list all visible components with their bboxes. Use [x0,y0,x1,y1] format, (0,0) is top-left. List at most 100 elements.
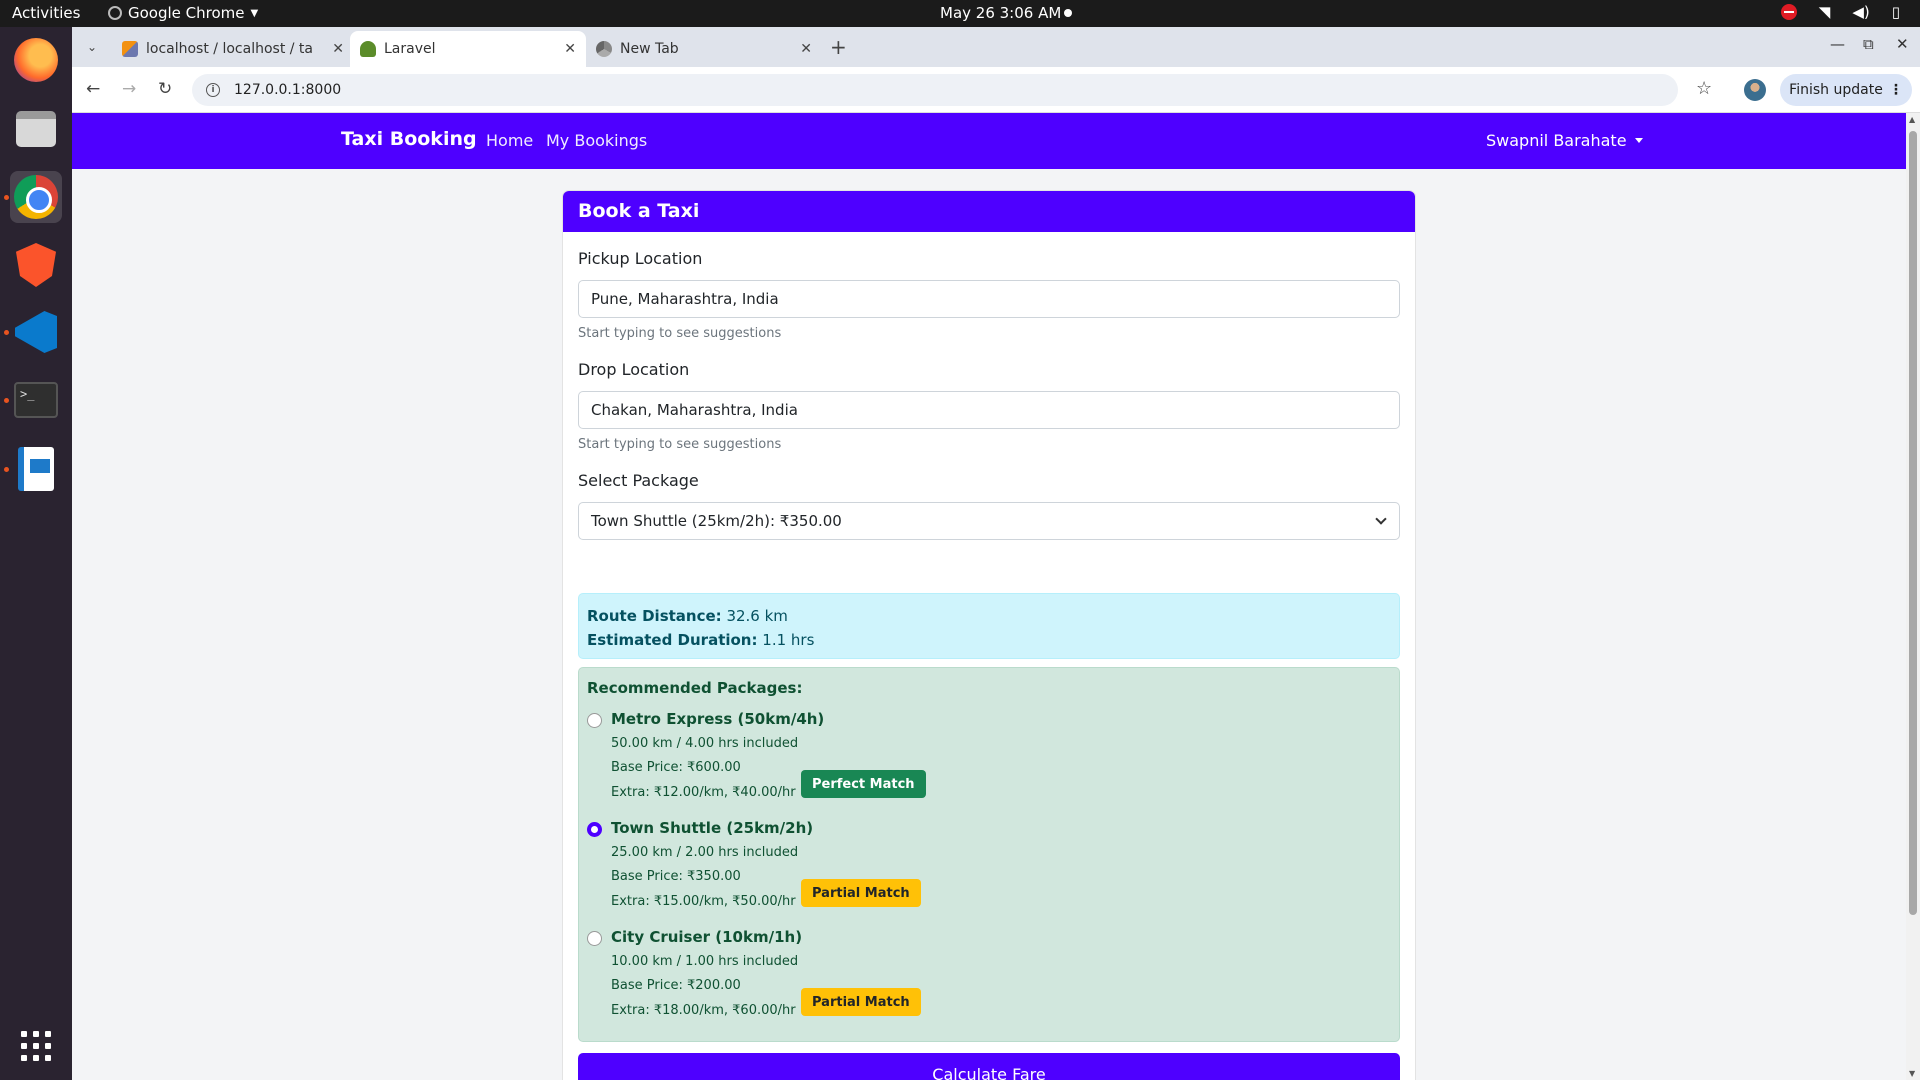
close-icon[interactable]: ✕ [800,41,812,57]
package-select[interactable]: Town Shuttle (25km/2h): ₹350.00 [578,502,1400,540]
package-name: City Cruiser (10km/1h) [611,928,803,946]
firefox-icon [14,38,58,82]
reload-icon[interactable]: ↻ [158,79,172,99]
tab-search-button[interactable]: ⌄ [80,35,104,59]
wifi-icon: ◥ [1818,3,1831,21]
match-badge: Partial Match [801,988,921,1016]
drop-hint: Start typing to see suggestions [578,437,782,452]
package-extra: Extra: ₹15.00/km, ₹50.00/hr [611,894,796,909]
dock-chrome[interactable] [10,171,62,223]
pickup-hint: Start typing to see suggestions [578,326,782,341]
do-not-disturb-icon [1780,4,1797,20]
restore-icon[interactable]: ⧉ [1863,35,1874,53]
dock: >_ [0,27,72,1080]
caret-down-icon [1634,138,1643,143]
tab-strip: ⌄ localhost / localhost / ta ✕ Laravel ✕… [72,27,1920,67]
site-info-icon[interactable]: i [206,83,220,97]
package-name: Metro Express (50km/4h) [611,710,825,728]
profile-avatar[interactable] [1744,79,1766,101]
dock-brave[interactable] [10,239,62,291]
route-duration-label: Estimated Duration: [587,631,758,649]
brand-link[interactable]: Taxi Booking [341,128,477,150]
app-grid-icon [21,1031,51,1061]
kebab-menu-icon: ⋮ [1888,82,1903,98]
calculate-fare-button[interactable]: Calculate Fare [578,1053,1400,1080]
finish-update-label: Finish update [1789,82,1883,98]
running-indicator [4,195,9,200]
activities-button[interactable]: Activities [12,4,80,22]
route-distance-label: Route Distance: [587,607,722,625]
minimize-icon[interactable]: — [1830,35,1845,53]
drop-input[interactable] [578,391,1400,429]
show-apps-button[interactable] [10,1020,62,1072]
scroll-up-icon[interactable]: ▲ [1909,115,1915,124]
package-label: Select Package [578,471,699,490]
nav-my-bookings[interactable]: My Bookings [546,131,647,150]
finish-update-button[interactable]: Finish update ⋮ [1780,74,1912,106]
pickup-label: Pickup Location [578,249,703,268]
package-extra: Extra: ₹12.00/km, ₹40.00/hr [611,785,796,800]
user-dropdown[interactable]: Swapnil Barahate [1486,131,1643,150]
package-radio[interactable] [587,822,602,837]
dock-writer[interactable] [10,443,62,495]
route-duration-value: 1.1 hrs [762,631,815,649]
vscode-icon [15,311,57,353]
package-base-price: Base Price: ₹350.00 [611,869,741,884]
package-extra: Extra: ₹18.00/km, ₹60.00/hr [611,1003,796,1018]
drop-label: Drop Location [578,360,690,379]
scrollbar-thumb[interactable] [1909,131,1917,915]
taxi-icon [360,41,376,57]
chevron-down-icon [1375,513,1387,525]
battery-icon: ▯ [1891,3,1900,21]
address-bar[interactable]: i 127.0.0.1:8000 [192,74,1678,106]
user-name: Swapnil Barahate [1486,131,1627,150]
tab-title: New Tab [620,41,679,57]
route-info: Route Distance: 32.6 km Estimated Durati… [578,593,1400,659]
dock-files[interactable] [10,103,62,155]
chevron-down-icon: ⌄ [86,40,98,54]
package-included: 10.00 km / 1.00 hrs included [611,954,799,969]
dock-firefox[interactable] [10,34,62,86]
match-badge: Perfect Match [801,770,926,798]
running-indicator [4,330,9,335]
nav-home[interactable]: Home [486,131,533,150]
running-indicator [4,398,9,403]
recording-indicator-icon [1064,9,1072,17]
pickup-input[interactable] [578,280,1400,318]
system-top-bar: Activities Google Chrome ▼ May 26 3:06 A… [0,0,1920,27]
tab-new[interactable]: New Tab ✕ [586,31,822,67]
forward-icon[interactable]: → [122,79,136,99]
booking-card: Book a Taxi Pickup Location Start typing… [562,190,1416,1080]
app-menu-caret-icon: ▼ [250,7,259,19]
window-close-icon[interactable]: ✕ [1896,35,1909,53]
package-radio[interactable] [587,713,602,728]
page-scrollbar[interactable]: ▲ ▼ [1906,113,1920,1080]
tab-phpmyadmin[interactable]: localhost / localhost / ta ✕ [112,31,354,67]
bookmark-star-icon[interactable]: ☆ [1696,78,1712,99]
package-selected-value: Town Shuttle (25km/2h): ₹350.00 [591,512,842,530]
chrome-icon [596,41,612,57]
match-badge: Partial Match [801,879,921,907]
package-base-price: Base Price: ₹200.00 [611,978,741,993]
dock-vscode[interactable] [10,306,62,358]
close-icon[interactable]: ✕ [564,41,576,57]
site-navbar: Taxi Booking Home My Bookings Swapnil Ba… [72,113,1906,169]
package-included: 25.00 km / 2.00 hrs included [611,845,799,860]
package-included: 50.00 km / 4.00 hrs included [611,736,799,751]
app-menu[interactable]: Google Chrome ▼ [108,4,258,22]
tab-laravel[interactable]: Laravel ✕ [350,31,586,67]
tab-title: localhost / localhost / ta [146,41,313,57]
back-icon[interactable]: ← [86,79,100,99]
close-icon[interactable]: ✕ [332,41,344,57]
system-tray[interactable]: ◥ ◀) ▯ [1780,3,1900,21]
scroll-down-icon[interactable]: ▼ [1909,1069,1915,1078]
new-tab-button[interactable]: + [830,35,847,59]
brave-icon [16,243,56,287]
phpmyadmin-icon [122,41,138,57]
tab-title: Laravel [384,41,436,57]
clock[interactable]: May 26 3:06 AM [940,4,1061,22]
chrome-app-icon [108,6,122,20]
package-radio[interactable] [587,931,602,946]
url-text: 127.0.0.1:8000 [234,82,342,98]
dock-terminal[interactable]: >_ [10,374,62,426]
